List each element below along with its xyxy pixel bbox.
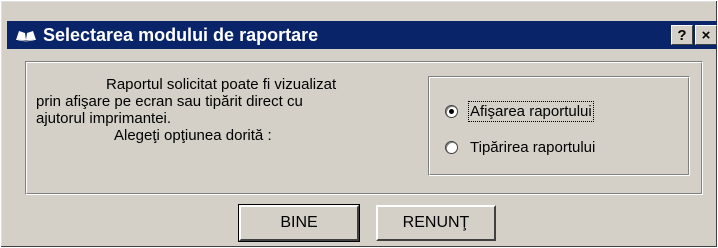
cancel-button[interactable]: RENUNŢ xyxy=(376,205,496,241)
title-buttons: ? × xyxy=(669,25,717,45)
radio-label-print[interactable]: Tipărirea raportului xyxy=(470,139,595,156)
radio-button-display[interactable] xyxy=(445,105,458,118)
dialog-title: Selectarea modului de raportare xyxy=(43,24,319,45)
radio-option-display[interactable]: Afişarea raportului xyxy=(445,101,594,122)
ok-button[interactable]: BINE xyxy=(238,204,360,242)
help-button[interactable]: ? xyxy=(671,25,693,45)
message-line-3: ajutorul imprimantei. xyxy=(36,110,172,127)
reading-book-icon xyxy=(13,25,39,45)
message-text: Raportul solicitat poate fi vizualizat p… xyxy=(36,76,416,144)
report-mode-radio-group: Afişarea raportului Tipărirea raportului xyxy=(428,76,690,176)
dialog-window: Selectarea modului de raportare ? × Rapo… xyxy=(0,0,718,248)
close-button[interactable]: × xyxy=(695,25,717,45)
radio-label-display[interactable]: Afişarea raportului xyxy=(468,101,594,122)
content-panel: Raportul solicitat poate fi vizualizat p… xyxy=(25,61,703,195)
message-line-4: Alegeţi opţiunea dorită : xyxy=(114,127,272,144)
radio-button-print[interactable] xyxy=(445,141,458,154)
radio-option-print[interactable]: Tipărirea raportului xyxy=(445,139,595,156)
message-line-2: prin afişare pe ecran sau tipărit direct… xyxy=(36,93,303,110)
message-line-1: Raportul solicitat poate fi vizualizat xyxy=(106,76,337,93)
title-bar[interactable]: Selectarea modului de raportare ? × xyxy=(7,21,717,49)
